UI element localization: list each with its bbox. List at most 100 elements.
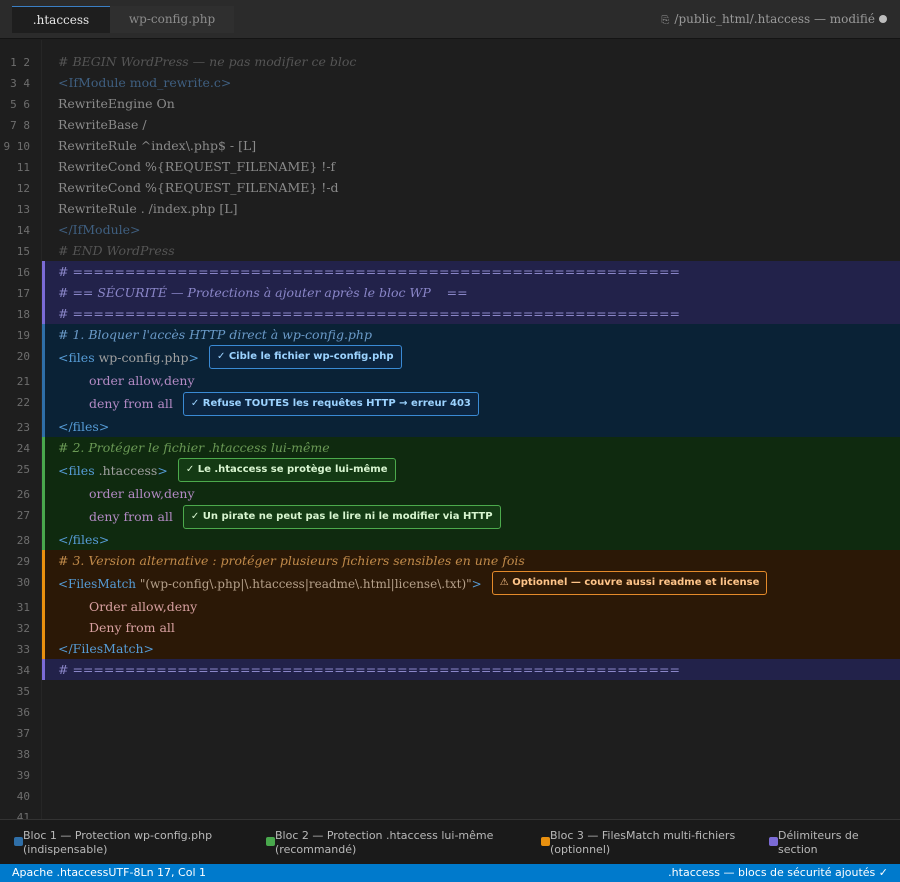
line-number: 5 6 bbox=[10, 98, 30, 111]
line-number: 21 bbox=[16, 375, 30, 388]
code-line[interactable]: </files> bbox=[42, 416, 900, 437]
line-number: 41 bbox=[16, 811, 30, 819]
code-line[interactable]: order allow,deny bbox=[42, 370, 900, 391]
line-number: 30 bbox=[16, 576, 30, 589]
section-delimiter: # ======================================… bbox=[58, 306, 680, 321]
code-line[interactable]: RewriteRule . /index.php [L] bbox=[42, 198, 900, 219]
files-close-tag: </files> bbox=[58, 532, 110, 547]
code-line[interactable]: # ======================================… bbox=[42, 261, 900, 282]
legend-label: Délimiteurs de section bbox=[778, 829, 859, 856]
line-number: 39 bbox=[16, 769, 30, 782]
legend-swatch bbox=[266, 837, 275, 846]
ifmodule-open: <IfModule mod_rewrite.c> bbox=[58, 75, 232, 90]
code-line[interactable]: <files .htaccess> ✓ Le .htaccess se protè… bbox=[42, 458, 900, 482]
code-line[interactable]: Order allow,deny bbox=[42, 596, 900, 617]
legend-label: Bloc 3 — FilesMatch multi-fichiers (opti… bbox=[550, 829, 736, 856]
code-line[interactable]: Deny from all bbox=[42, 617, 900, 638]
legend-item-block3: Bloc 3 — FilesMatch multi-fichiers (opti… bbox=[541, 829, 760, 857]
line-number: 37 bbox=[16, 727, 30, 740]
files-target: wp-config.php bbox=[98, 350, 189, 365]
code-line[interactable]: # == SÉCURITÉ — Protections à ajouter ap… bbox=[42, 282, 900, 303]
status-left[interactable]: Apache .htaccessUTF-8Ln 17, Col 1 bbox=[12, 864, 206, 882]
badge-text: Un pirate ne peut pas le lire ni le modi… bbox=[202, 511, 493, 522]
code-line[interactable]: # 3. Version alternative : protéger plus… bbox=[42, 550, 900, 571]
file-icon: ⎘ bbox=[661, 15, 670, 26]
files-open-close: > bbox=[188, 350, 199, 365]
legend-swatch bbox=[769, 837, 778, 846]
code-line[interactable]: </IfModule> bbox=[42, 219, 900, 240]
rewrite-rule: RewriteRule ^index\.php$ - [L] bbox=[58, 138, 257, 153]
tab-htaccess[interactable]: .htaccess bbox=[12, 6, 110, 33]
tab-wp-config[interactable]: wp-config.php bbox=[110, 6, 234, 33]
code-line[interactable]: deny from all ✓ Refuse TOUTES les requête… bbox=[42, 391, 900, 416]
files-open-tag: <files bbox=[58, 350, 95, 365]
line-number: 13 bbox=[16, 203, 30, 216]
line-number: 29 bbox=[16, 555, 30, 568]
filesmatch-open-tag: <FilesMatch bbox=[58, 577, 137, 591]
warning-icon: ⚠ bbox=[499, 577, 513, 588]
line-number: 38 bbox=[16, 748, 30, 761]
badge-text: Le .htaccess se protège lui-même bbox=[197, 464, 388, 475]
order-directive: Order allow,deny bbox=[89, 599, 198, 614]
line-number: 27 bbox=[16, 509, 30, 522]
code-line[interactable]: # 2. Protéger le fichier .htaccess lui-m… bbox=[42, 437, 900, 458]
status-bar: Apache .htaccessUTF-8Ln 17, Col 1 .htacc… bbox=[0, 864, 900, 882]
code-line[interactable]: RewriteRule ^index\.php$ - [L] bbox=[42, 135, 900, 156]
check-icon: ✓ bbox=[216, 351, 229, 362]
code-line[interactable]: RewriteBase / bbox=[42, 114, 900, 135]
code-line[interactable]: order allow,deny bbox=[42, 483, 900, 504]
annotation-badge: ✓ Un pirate ne peut pas le lire ni le mo… bbox=[182, 505, 501, 529]
filesmatch-open-close: > bbox=[471, 577, 482, 591]
line-number: 24 bbox=[16, 442, 30, 455]
code-line[interactable]: # END WordPress bbox=[42, 240, 900, 261]
wp-end-comment: # END WordPress bbox=[58, 243, 175, 258]
legend-item-delimiters: Délimiteurs de section bbox=[769, 829, 894, 857]
order-directive: order allow,deny bbox=[89, 486, 195, 501]
section-delimiter: # ======================================… bbox=[58, 264, 680, 279]
line-number: 33 bbox=[16, 643, 30, 656]
code-line[interactable]: <IfModule mod_rewrite.c> bbox=[42, 72, 900, 93]
legend-item-block2: Bloc 2 — Protection .htaccess lui-même (… bbox=[266, 829, 525, 857]
code-line[interactable]: </FilesMatch> bbox=[42, 638, 900, 659]
line-number: 22 bbox=[16, 396, 30, 409]
files-open-close: > bbox=[157, 463, 168, 478]
legend: Bloc 1 — Protection wp-config.php (indis… bbox=[0, 819, 900, 864]
filesmatch-pattern: "(wp-config\.php|\.htaccess|readme\.html… bbox=[139, 577, 472, 591]
line-number: 18 bbox=[16, 308, 30, 321]
code-line[interactable]: # ======================================… bbox=[42, 659, 900, 680]
code-line[interactable]: RewriteCond %{REQUEST_FILENAME} !-f bbox=[42, 156, 900, 177]
modified-dot-icon bbox=[879, 15, 887, 23]
line-number: 15 bbox=[16, 245, 30, 258]
code-line[interactable]: <files wp-config.php> ✓ Cible le fichier … bbox=[42, 345, 900, 369]
code-line[interactable]: RewriteEngine On bbox=[42, 93, 900, 114]
deny-directive: Deny from all bbox=[89, 620, 175, 635]
line-number: 40 bbox=[16, 790, 30, 803]
line-number-gutter: 1 2 3 4 5 6 7 8 9 10 11 12 13 14 15 16 17 18 19 20 21 22… bbox=[0, 40, 42, 819]
annotation-badge: ✓ Le .htaccess se protège lui-même bbox=[177, 458, 396, 482]
code-line[interactable]: # ======================================… bbox=[42, 303, 900, 324]
check-icon: ✓ bbox=[190, 398, 203, 409]
line-number: 14 bbox=[16, 224, 30, 237]
code-line[interactable]: RewriteCond %{REQUEST_FILENAME} !-d bbox=[42, 177, 900, 198]
code-line[interactable]: # 1. Bloquer l'accès HTTP direct à wp-co… bbox=[42, 324, 900, 345]
order-directive: order allow,deny bbox=[89, 373, 195, 388]
deny-directive: deny from all bbox=[89, 396, 173, 411]
line-number: 35 bbox=[16, 685, 30, 698]
block2-comment: # 2. Protéger le fichier .htaccess lui-m… bbox=[58, 440, 330, 455]
legend-label: Bloc 1 — Protection wp-config.php (indis… bbox=[23, 829, 213, 856]
code-editor[interactable]: 1 2 3 4 5 6 7 8 9 10 11 12 13 14 15 16 17 18 19 20 21 22… bbox=[0, 40, 900, 819]
code-line[interactable]: </files> bbox=[42, 529, 900, 550]
line-number: 23 bbox=[16, 421, 30, 434]
section-delimiter: # ======================================… bbox=[58, 662, 680, 677]
badge-text: Cible le fichier wp-config.php bbox=[228, 351, 394, 362]
line-number: 17 bbox=[16, 287, 30, 300]
code-area[interactable]: # BEGIN WordPress — ne pas modifier ce b… bbox=[42, 40, 900, 819]
code-line[interactable]: <FilesMatch "(wp-config\.php|\.htaccess|… bbox=[42, 571, 900, 595]
code-line[interactable]: deny from all ✓ Un pirate ne peut pas le … bbox=[42, 504, 900, 529]
line-number: 16 bbox=[16, 266, 30, 279]
annotation-badge: ⚠ Optionnel — couvre aussi readme et lic… bbox=[491, 571, 768, 595]
file-path-text: /public_html/.htaccess — modifié bbox=[674, 12, 875, 26]
code-line[interactable]: # BEGIN WordPress — ne pas modifier ce b… bbox=[42, 51, 900, 72]
line-number: 31 bbox=[16, 601, 30, 614]
legend-swatch bbox=[14, 837, 23, 846]
